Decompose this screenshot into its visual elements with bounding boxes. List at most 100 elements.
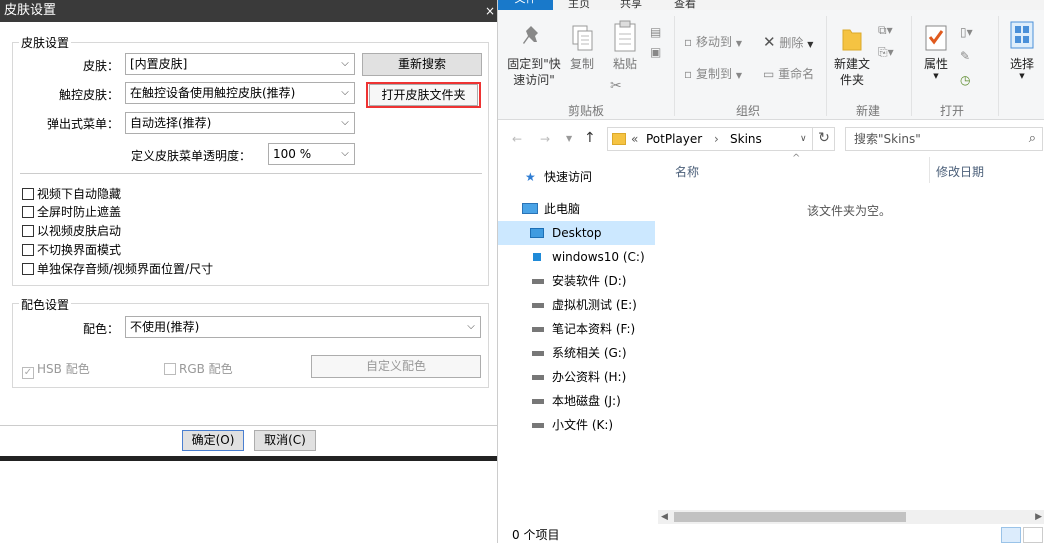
search-placeholder: 搜索"Skins" bbox=[854, 132, 921, 146]
popup-menu-combo[interactable]: 自动选择(推荐) ⌵ bbox=[125, 112, 355, 134]
new-folder-button[interactable]: 新建文件夹 bbox=[832, 24, 872, 88]
empty-folder-message: 该文件夹为空。 bbox=[807, 204, 892, 218]
nav-quick-access[interactable]: ★ 快速访问 bbox=[498, 165, 655, 189]
nav-drive-g[interactable]: 系统相关 (G:) bbox=[498, 341, 655, 365]
checkbox-label: 单独保存音频/视频界面位置/尺寸 bbox=[37, 262, 214, 276]
copy-path-icon[interactable]: ▤ bbox=[650, 24, 661, 40]
nav-drive-e[interactable]: 虚拟机测试 (E:) bbox=[498, 293, 655, 317]
scroll-right-icon[interactable]: ▶ bbox=[1035, 510, 1042, 524]
custom-color-label: 自定义配色 bbox=[365, 359, 426, 373]
breadcrumb-potplayer[interactable]: PotPlayer bbox=[646, 128, 702, 150]
search-input[interactable]: 搜索"Skins" ⌕ bbox=[845, 127, 1043, 151]
drive-icon bbox=[532, 399, 544, 404]
move-to-label: 移动到 bbox=[695, 35, 732, 49]
select-button[interactable]: 选择 ▼ bbox=[1003, 20, 1041, 80]
ok-button[interactable]: 确定(O) bbox=[182, 430, 244, 451]
file-list: ^ 名称 修改日期 该文件夹为空。 bbox=[655, 153, 1044, 510]
group-label-clipboard: 剪贴板 bbox=[567, 104, 604, 118]
hsb-color-checkbox[interactable]: ✓ HSB 配色 bbox=[22, 362, 90, 379]
skin-combo[interactable]: [内置皮肤] ⌵ bbox=[125, 53, 355, 75]
pin-quick-access-button[interactable]: 固定到"快速访问" bbox=[506, 24, 562, 88]
forward-icon[interactable]: → bbox=[540, 131, 550, 147]
opacity-combo-value: 100 % bbox=[273, 147, 312, 161]
checkbox-box bbox=[22, 206, 34, 218]
fullscreen-prevent-checkbox[interactable]: 全屏时防止遮盖 bbox=[22, 205, 121, 219]
nav-desktop[interactable]: Desktop bbox=[498, 221, 655, 245]
copy-icon bbox=[572, 25, 593, 51]
cut-icon[interactable]: ✂ bbox=[610, 78, 622, 94]
nav-label: 快速访问 bbox=[544, 170, 593, 184]
history-icon[interactable]: ◷ bbox=[960, 72, 970, 88]
column-modified[interactable]: 修改日期 bbox=[936, 163, 984, 180]
select-icon bbox=[1010, 21, 1034, 49]
details-view-icon[interactable] bbox=[1001, 527, 1021, 543]
touch-skin-combo[interactable]: 在触控设备使用触控皮肤(推荐) ⌵ bbox=[125, 82, 355, 104]
tab-file[interactable]: 文件 bbox=[498, 0, 553, 10]
paste-button[interactable]: 粘贴 bbox=[610, 20, 640, 72]
paste-label: 粘贴 bbox=[612, 57, 637, 71]
address-row: ← → ▼ ↑ « PotPlayer › Skins ∨ ↻ 搜索"Skins… bbox=[498, 125, 1044, 153]
custom-color-button[interactable]: 自定义配色 bbox=[311, 355, 481, 378]
column-name[interactable]: 名称 bbox=[675, 163, 699, 180]
rescan-button[interactable]: 重新搜索 bbox=[362, 53, 482, 76]
select-label: 选择 bbox=[1009, 57, 1034, 71]
delete-button[interactable]: ✕ 删除 ▼ bbox=[763, 34, 813, 53]
scrollbar-thumb[interactable] bbox=[674, 512, 906, 522]
address-prefix: « bbox=[631, 132, 639, 146]
opacity-combo[interactable]: 100 % ⌵ bbox=[268, 143, 355, 165]
file-explorer-window: 文件 主页 共享 查看 固定到"快速访问" 复制 粘贴 ✂ ▤ ▣ 剪贴板 ▫ … bbox=[497, 0, 1044, 543]
no-switch-mode-checkbox[interactable]: 不切换界面模式 bbox=[22, 243, 121, 257]
nav-label: 虚拟机测试 (E:) bbox=[552, 298, 637, 312]
scroll-left-icon[interactable]: ◀ bbox=[661, 510, 668, 524]
nav-drive-k[interactable]: 小文件 (K:) bbox=[498, 413, 655, 437]
skin-label: 皮肤： bbox=[82, 59, 119, 73]
group-label-new: 新建 bbox=[855, 104, 880, 118]
breadcrumb-skins[interactable]: Skins bbox=[730, 128, 762, 150]
nav-drive-d[interactable]: 安装软件 (D:) bbox=[498, 269, 655, 293]
easy-access-icon[interactable]: ⎘▾ bbox=[878, 44, 894, 60]
up-icon[interactable]: ↑ bbox=[584, 130, 596, 146]
horizontal-scrollbar[interactable]: ◀ ▶ bbox=[658, 510, 1044, 524]
nav-this-pc[interactable]: 此电脑 bbox=[498, 197, 655, 221]
drive-icon bbox=[532, 279, 544, 284]
checkbox-box bbox=[164, 363, 176, 375]
nav-drive-f[interactable]: 笔记本资料 (F:) bbox=[498, 317, 655, 341]
save-position-checkbox[interactable]: 单独保存音频/视频界面位置/尺寸 bbox=[22, 262, 213, 276]
copy-button[interactable]: 复制 bbox=[567, 24, 597, 72]
color-combo[interactable]: 不使用(推荐) ⌵ bbox=[125, 316, 481, 338]
edit-icon[interactable]: ✎ bbox=[960, 48, 970, 64]
close-icon[interactable]: × bbox=[485, 0, 497, 22]
copy-to-button[interactable]: ▫ 复制到 ▼ bbox=[684, 66, 742, 84]
rgb-color-checkbox[interactable]: RGB 配色 bbox=[164, 362, 233, 376]
video-skin-start-checkbox[interactable]: 以视频皮肤启动 bbox=[22, 224, 121, 238]
move-to-icon: ▫ bbox=[684, 35, 693, 49]
chevron-down-icon: ⌵ bbox=[341, 87, 349, 98]
ribbon-divider bbox=[911, 16, 912, 116]
group-separator bbox=[20, 173, 482, 174]
rename-button[interactable]: ▭ 重命名 bbox=[763, 66, 814, 82]
item-count: 0 个项目 bbox=[512, 528, 560, 542]
properties-button[interactable]: 属性 ▼ bbox=[920, 24, 952, 80]
paste-shortcut-icon[interactable]: ▣ bbox=[650, 44, 661, 60]
group-label-open: 打开 bbox=[939, 104, 964, 118]
checkbox-label: HSB 配色 bbox=[37, 362, 90, 376]
open-icon[interactable]: ▯▾ bbox=[960, 24, 973, 40]
chevron-down-icon: ▼ bbox=[933, 72, 939, 80]
drive-icon bbox=[532, 351, 544, 356]
auto-hide-checkbox[interactable]: 视频下自动隐藏 bbox=[22, 187, 121, 201]
cancel-button[interactable]: 取消(C) bbox=[254, 430, 316, 451]
address-bar[interactable]: « PotPlayer › Skins ∨ bbox=[607, 127, 835, 151]
move-to-button[interactable]: ▫ 移动到 ▼ bbox=[684, 34, 742, 52]
skin-settings-group-title: 皮肤设置 bbox=[19, 34, 72, 51]
windows-drive-icon bbox=[533, 253, 541, 261]
nav-drive-c[interactable]: windows10 (C:) bbox=[498, 245, 655, 269]
back-icon[interactable]: ← bbox=[512, 131, 522, 147]
nav-drive-h[interactable]: 办公资料 (H:) bbox=[498, 365, 655, 389]
recent-chevron-icon[interactable]: ▼ bbox=[566, 131, 572, 147]
new-item-icon[interactable]: ⧉▾ bbox=[878, 22, 893, 38]
paste-icon bbox=[614, 20, 636, 52]
nav-drive-j[interactable]: 本地磁盘 (J:) bbox=[498, 389, 655, 413]
chevron-down-icon[interactable]: ∨ bbox=[800, 128, 807, 150]
refresh-icon[interactable]: ↻ bbox=[812, 127, 835, 151]
large-icons-view-icon[interactable] bbox=[1023, 527, 1043, 543]
